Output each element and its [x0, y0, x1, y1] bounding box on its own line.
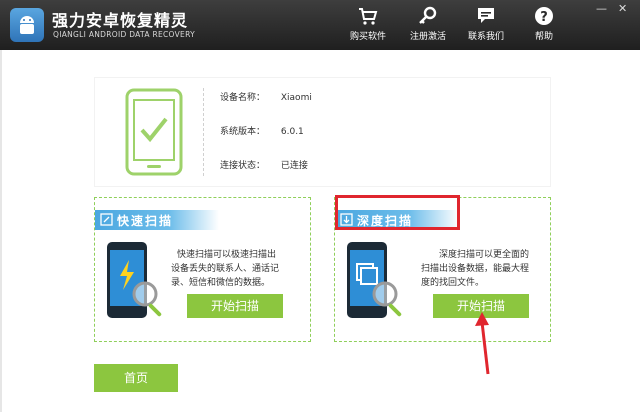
app-title: 强力安卓恢复精灵 [52, 11, 189, 30]
key-icon [419, 6, 437, 24]
buy-software-button[interactable]: 购买软件 [338, 6, 398, 42]
window-frame [0, 50, 2, 412]
device-name-row: 设备名称： Xiaomi [220, 90, 312, 103]
android-icon [20, 16, 34, 34]
cart-icon [359, 8, 378, 25]
register-button[interactable]: 注册激活 [398, 6, 458, 42]
app-subtitle: QIANGLI ANDROID DATA RECOVERY [53, 30, 195, 39]
info-divider [203, 88, 204, 176]
title-bar: 强力安卓恢复精灵 QIANGLI ANDROID DATA RECOVERY 购… [0, 0, 640, 50]
system-version-label: 系统版本： [220, 127, 266, 137]
device-name-value: Xiaomi [280, 93, 312, 103]
quick-scan-header: 快速扫描 [95, 210, 219, 230]
svg-text:?: ? [540, 10, 548, 25]
app-logo [10, 8, 44, 42]
device-name-label: 设备名称： [220, 93, 266, 103]
close-icon[interactable]: ✕ [618, 2, 627, 15]
quick-scan-desc-1: 快速扫描可以极速扫描出 [177, 250, 277, 260]
connection-status-value: 已连接 [280, 161, 308, 171]
chat-icon [478, 8, 494, 23]
quick-scan-start-button[interactable]: 开始扫描 [187, 294, 283, 318]
system-version-row: 系统版本： 6.0.1 [220, 124, 304, 137]
red-arrow-icon [475, 312, 490, 375]
quick-scan-title: 快速扫描 [117, 214, 174, 228]
home-button[interactable]: 首页 [94, 364, 178, 392]
connection-status-row: 连接状态： 已连接 [220, 158, 308, 171]
phone-connected-icon [125, 88, 183, 176]
minimize-icon[interactable]: — [596, 2, 607, 15]
help-label: 帮助 [534, 32, 553, 42]
deep-scan-phone-icon [347, 242, 402, 318]
quick-scan-icon [100, 213, 113, 226]
connection-status-label: 连接状态： [220, 161, 266, 171]
quick-scan-desc-3: 录、短信和微信的数据。 [171, 278, 271, 288]
system-version-value: 6.0.1 [280, 127, 304, 137]
contact-label: 联系我们 [467, 32, 504, 42]
deep-scan-desc-2: 扫描出设备数据，能最大程 [421, 264, 530, 274]
deep-scan-desc-3: 度的找回文件。 [421, 278, 485, 288]
quick-scan-desc-2: 设备丢失的联系人、通话记 [171, 264, 280, 274]
quick-scan-panel: 快速扫描 快速扫描可以极速扫描出 设备丢失的联系人、通话记 录、短信和微信的数据… [94, 197, 311, 342]
device-info-panel: 设备名称： Xiaomi 系统版本： 6.0.1 连接状态： 已连接 [95, 78, 550, 186]
contact-button[interactable]: 联系我们 [456, 6, 516, 42]
deep-scan-highlight-box [335, 195, 460, 230]
help-icon: ? [535, 7, 553, 25]
deep-scan-desc-1: 深度扫描可以更全面的 [439, 250, 530, 260]
quick-scan-phone-icon [107, 242, 162, 318]
buy-software-label: 购买软件 [349, 32, 386, 42]
help-button[interactable]: ? 帮助 [514, 6, 574, 42]
register-label: 注册激活 [409, 32, 446, 42]
